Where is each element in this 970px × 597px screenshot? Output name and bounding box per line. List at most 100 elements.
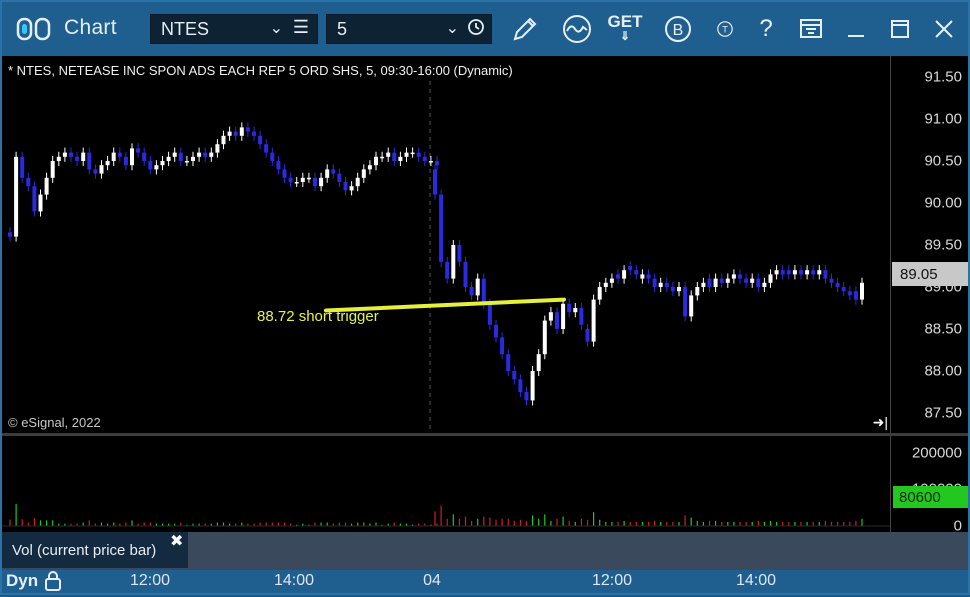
- price-axis-tick: 91.00: [924, 110, 962, 128]
- candle-body: [319, 177, 324, 187]
- candle-body: [62, 152, 67, 157]
- candle-body: [811, 270, 816, 275]
- volume-study-label[interactable]: Vol (current price bar) ✖: [2, 532, 188, 568]
- time-axis-tick: 04: [423, 572, 441, 589]
- price-axis-tick: 90.00: [924, 194, 962, 212]
- candle-body: [306, 177, 311, 180]
- candle-body: [422, 156, 427, 161]
- candle-body: [780, 270, 785, 275]
- candle-body: [841, 287, 846, 292]
- candle-body: [677, 287, 681, 292]
- volume-pane[interactable]: [2, 436, 890, 532]
- candle-body: [817, 270, 822, 275]
- candle-body: [799, 270, 803, 275]
- candle-body: [591, 299, 596, 342]
- get-data-button[interactable]: GET ⇓: [607, 12, 643, 44]
- candle-body: [616, 274, 620, 279]
- price-chart-svg[interactable]: [2, 56, 890, 434]
- candle-body: [398, 156, 403, 161]
- close-study-icon[interactable]: ✖: [170, 531, 183, 551]
- candle-body: [136, 148, 141, 153]
- price-chart-pane[interactable]: * NTES, NETEASE INC SPON ADS EACH REP 5 …: [2, 56, 890, 434]
- candle-body: [652, 278, 657, 287]
- interval-select[interactable]: 5 ⌄: [326, 14, 492, 44]
- candle-body: [203, 152, 208, 157]
- study-icon[interactable]: [560, 14, 594, 44]
- lock-icon[interactable]: [44, 570, 62, 597]
- candle-body: [683, 287, 688, 317]
- volume-chart-svg[interactable]: [2, 436, 890, 532]
- get-label: GET: [607, 12, 643, 31]
- app-logo-icon: [14, 14, 54, 44]
- candle-body: [561, 303, 566, 329]
- list-icon[interactable]: ☰: [293, 17, 309, 38]
- help-icon[interactable]: ?: [752, 14, 780, 44]
- candle-body: [367, 165, 372, 170]
- candle-body: [542, 320, 547, 355]
- candle-body: [416, 152, 421, 157]
- candle-body: [428, 161, 433, 163]
- candle-body: [69, 152, 73, 157]
- symbol-value: NTES: [161, 18, 210, 39]
- candle-body: [184, 161, 189, 163]
- candle-body: [87, 152, 92, 170]
- layout-menu-icon[interactable]: [796, 14, 826, 44]
- candle-body: [725, 278, 730, 283]
- candle-body: [130, 148, 134, 166]
- candle-body: [762, 282, 767, 287]
- candle-body: [258, 135, 263, 145]
- clock-icon[interactable]: [467, 18, 485, 41]
- b-circle-icon[interactable]: B: [662, 14, 694, 44]
- candle-body: [707, 278, 712, 287]
- dynamic-mode-label[interactable]: Dyn: [6, 571, 38, 591]
- window-title: Chart: [64, 16, 117, 39]
- price-axis[interactable]: 91.50 91.00 90.50 90.00 89.50 89.00 88.50 88.00…: [890, 56, 968, 434]
- candle-body: [343, 182, 348, 191]
- candle-body: [658, 282, 663, 287]
- svg-text:B: B: [673, 22, 684, 39]
- candle-body: [386, 152, 391, 157]
- minimize-icon[interactable]: [842, 14, 870, 44]
- pencil-icon[interactable]: [508, 14, 542, 44]
- candle-body: [160, 161, 165, 166]
- candle-body: [154, 165, 159, 170]
- price-axis-tick: 89.50: [924, 236, 962, 254]
- scroll-to-end-icon[interactable]: ➜|: [873, 414, 888, 431]
- candle-body: [786, 270, 791, 275]
- candle-body: [860, 282, 864, 300]
- interval-value: 5: [337, 18, 348, 39]
- price-axis-tick: 88.50: [924, 320, 962, 338]
- candle-body: [597, 287, 602, 300]
- candle-body: [111, 152, 116, 161]
- time-axis-tick: 14:00: [273, 572, 315, 589]
- candle-body: [8, 232, 12, 237]
- maximize-icon[interactable]: [886, 14, 914, 44]
- candle-body: [361, 169, 366, 178]
- price-axis-tick: 87.50: [924, 404, 962, 422]
- volume-axis[interactable]: 2000001000000: [890, 436, 968, 535]
- candle-body: [14, 156, 19, 237]
- candle-body: [469, 287, 474, 296]
- close-icon[interactable]: [930, 14, 958, 44]
- candle-body: [628, 266, 633, 271]
- chevron-down-icon[interactable]: ⌄: [270, 18, 283, 38]
- candle-body: [750, 278, 755, 283]
- candle-body: [75, 156, 80, 161]
- candle-body: [270, 152, 275, 161]
- candle-body: [38, 194, 43, 212]
- candle-body: [380, 156, 385, 159]
- candle-body: [536, 354, 541, 371]
- candle-body: [245, 127, 250, 132]
- candle-body: [695, 287, 700, 296]
- candle-body: [585, 329, 590, 342]
- candle-body: [487, 303, 492, 325]
- candle-body: [573, 308, 578, 313]
- candle-body: [300, 177, 305, 182]
- time-axis[interactable]: Dyn 12:00 14:00 04 12:00 14:00: [2, 570, 968, 593]
- candle-body: [435, 161, 439, 166]
- t-circle-icon[interactable]: T: [710, 14, 734, 44]
- candle-body: [506, 354, 511, 371]
- symbol-select[interactable]: NTES ⌄ ☰: [150, 14, 318, 44]
- chevron-down-icon[interactable]: ⌄: [446, 18, 459, 38]
- candle-body: [410, 152, 415, 155]
